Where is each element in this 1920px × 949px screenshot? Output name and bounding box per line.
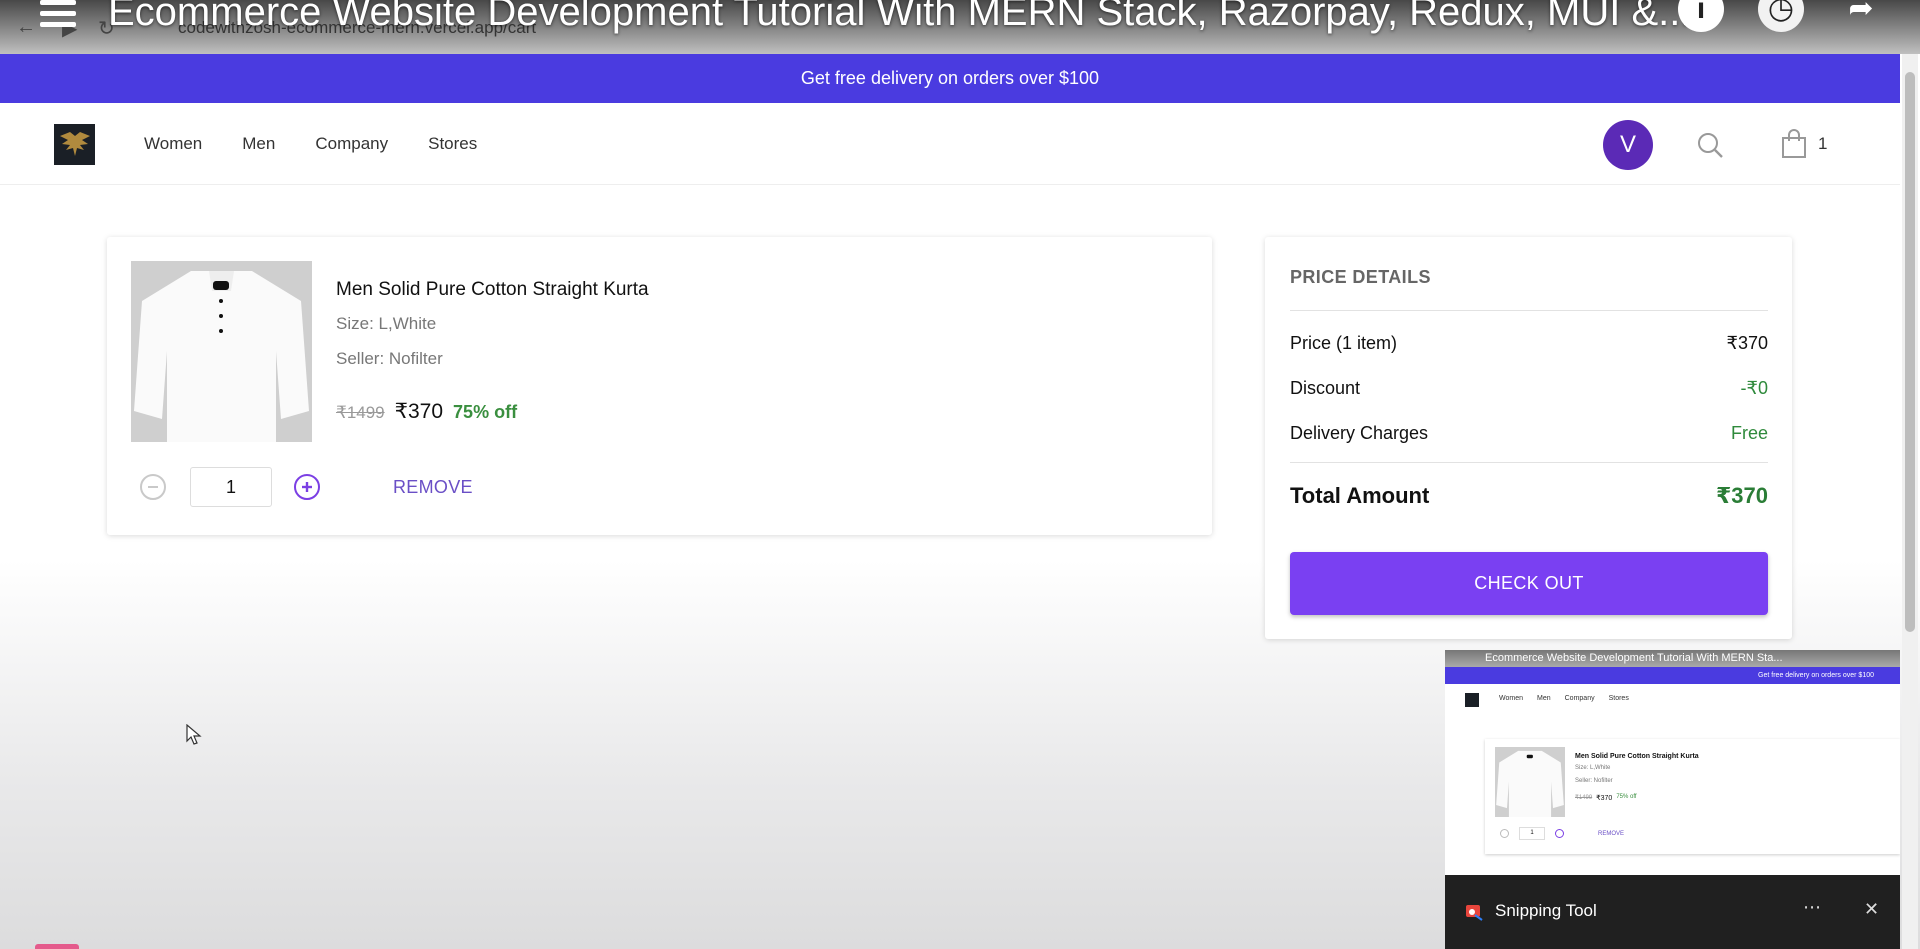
product-size: Size: L,White: [336, 314, 437, 333]
plus-icon: [302, 482, 312, 492]
price-row: ₹1499 ₹370 75% off: [336, 399, 517, 424]
quantity-stepper: 1 REMOVE: [140, 467, 473, 507]
snip-product-size: Size: L,White: [1575, 765, 1611, 771]
minus-icon: [148, 486, 158, 488]
snipping-tool-name: Snipping Tool: [1495, 901, 1597, 920]
discount-label: Discount: [1290, 378, 1361, 398]
snip-nav-item: Women: [1499, 695, 1523, 702]
snip-cart-card: Men Solid Pure Cotton Straight Kurta Siz…: [1485, 739, 1900, 854]
price-row-delivery: Delivery Charges Free: [1290, 423, 1768, 444]
total-amount-label: Total Amount: [1290, 483, 1430, 508]
snip-product-image: [1495, 747, 1565, 817]
checkout-button[interactable]: CHECK OUT: [1290, 552, 1768, 615]
discount-percent: 75% off: [453, 402, 518, 422]
current-price: ₹370: [394, 400, 444, 423]
page-scrollbar[interactable]: [1902, 54, 1918, 949]
nav-women[interactable]: Women: [144, 134, 202, 154]
brand-logo[interactable]: [54, 124, 95, 165]
price-details-title: PRICE DETAILS: [1290, 267, 1431, 287]
mouse-cursor-icon: [186, 724, 202, 745]
product-name[interactable]: Men Solid Pure Cotton Straight Kurta: [336, 279, 649, 301]
shopping-bag-icon[interactable]: [1780, 129, 1808, 159]
snip-discount: 75% off: [1616, 794, 1637, 800]
delivery-label: Delivery Charges: [1290, 423, 1429, 443]
back-icon[interactable]: ←: [16, 16, 36, 39]
remove-button[interactable]: REMOVE: [393, 477, 473, 498]
original-price: ₹1499: [336, 403, 385, 422]
nav-company[interactable]: Company: [315, 134, 388, 154]
snip-quantity: 1: [1519, 827, 1545, 840]
snip-preview[interactable]: Ecommerce Website Development Tutorial W…: [1445, 650, 1900, 875]
price-label: Price (1 item): [1290, 333, 1398, 353]
snip-minus-icon: [1500, 829, 1509, 838]
promo-banner: Get free delivery on orders over $100: [0, 54, 1900, 103]
snip-remove: REMOVE: [1598, 830, 1625, 837]
snip-product-seller: Seller: Nofilter: [1575, 778, 1613, 784]
menu-icon[interactable]: [40, 0, 76, 33]
snipping-tool-notification[interactable]: Ecommerce Website Development Tutorial W…: [1445, 650, 1900, 949]
snipping-tool-icon: [1466, 905, 1483, 921]
increase-quantity-button[interactable]: [294, 474, 320, 500]
snip-logo: [1465, 693, 1479, 707]
nav-men[interactable]: Men: [242, 134, 275, 154]
site-header: Women Men Company Stores V 1: [0, 103, 1900, 185]
divider: [1290, 462, 1768, 463]
cart-count: 1: [1818, 134, 1828, 153]
snip-nav-item: Company: [1564, 695, 1595, 702]
snip-quantity-row: 1 REMOVE: [1500, 827, 1624, 840]
divider: [1290, 310, 1768, 311]
scrollbar-thumb[interactable]: [1905, 72, 1915, 632]
snip-price-row: ₹1499 ₹370 75% off: [1575, 794, 1637, 802]
snipping-tool-bar: Snipping Tool ⋯ ✕: [1445, 875, 1900, 949]
video-overlay-bar: ← ▶ ↻ codewithzosh-ecommerce-mern.vercel…: [0, 0, 1920, 54]
price-row-items: Price (1 item) ₹370: [1290, 333, 1768, 354]
snip-nav: Women Men Company Stores: [1499, 695, 1629, 702]
product-image[interactable]: [131, 261, 312, 442]
ellipsis-icon[interactable]: ⋯: [1803, 897, 1821, 918]
total-amount-row: Total Amount ₹370: [1290, 483, 1768, 509]
snip-current-price: ₹370: [1596, 795, 1613, 802]
kurta-image: [131, 261, 312, 442]
snip-product-name: Men Solid Pure Cotton Straight Kurta: [1575, 753, 1699, 760]
close-icon[interactable]: ✕: [1864, 899, 1879, 920]
snip-preview-title: Ecommerce Website Development Tutorial W…: [1445, 650, 1900, 667]
snip-preview-header: Women Men Company Stores: [1445, 684, 1900, 714]
eagle-icon: [59, 131, 90, 156]
taskbar-indicator: [35, 944, 79, 949]
delivery-value: Free: [1730, 423, 1768, 443]
price-row-discount: Discount -₹0: [1290, 378, 1768, 399]
video-title: Ecommerce Website Development Tutorial W…: [108, 0, 1692, 34]
snip-preview-promo: Get free delivery on orders over $100: [1445, 667, 1900, 684]
decrease-quantity-button[interactable]: [140, 474, 166, 500]
nav-stores[interactable]: Stores: [428, 134, 477, 154]
snip-nav-item: Men: [1537, 695, 1551, 702]
snip-original-price: ₹1499: [1575, 795, 1593, 801]
snip-nav-item: Stores: [1608, 695, 1629, 702]
total-amount-value: ₹370: [1715, 483, 1768, 508]
product-seller: Seller: Nofilter: [336, 349, 443, 368]
quantity-field[interactable]: 1: [190, 467, 272, 507]
discount-value: -₹0: [1740, 378, 1768, 398]
snip-plus-icon: [1555, 829, 1564, 838]
price-details-card: PRICE DETAILS Price (1 item) ₹370 Discou…: [1265, 237, 1792, 639]
cart-item-card: Men Solid Pure Cotton Straight Kurta Siz…: [107, 237, 1212, 535]
main-nav: Women Men Company Stores: [144, 103, 477, 185]
kurta-image: [1495, 747, 1565, 817]
user-avatar[interactable]: V: [1603, 120, 1653, 170]
search-icon[interactable]: [1696, 131, 1724, 159]
price-value: ₹370: [1726, 333, 1768, 353]
